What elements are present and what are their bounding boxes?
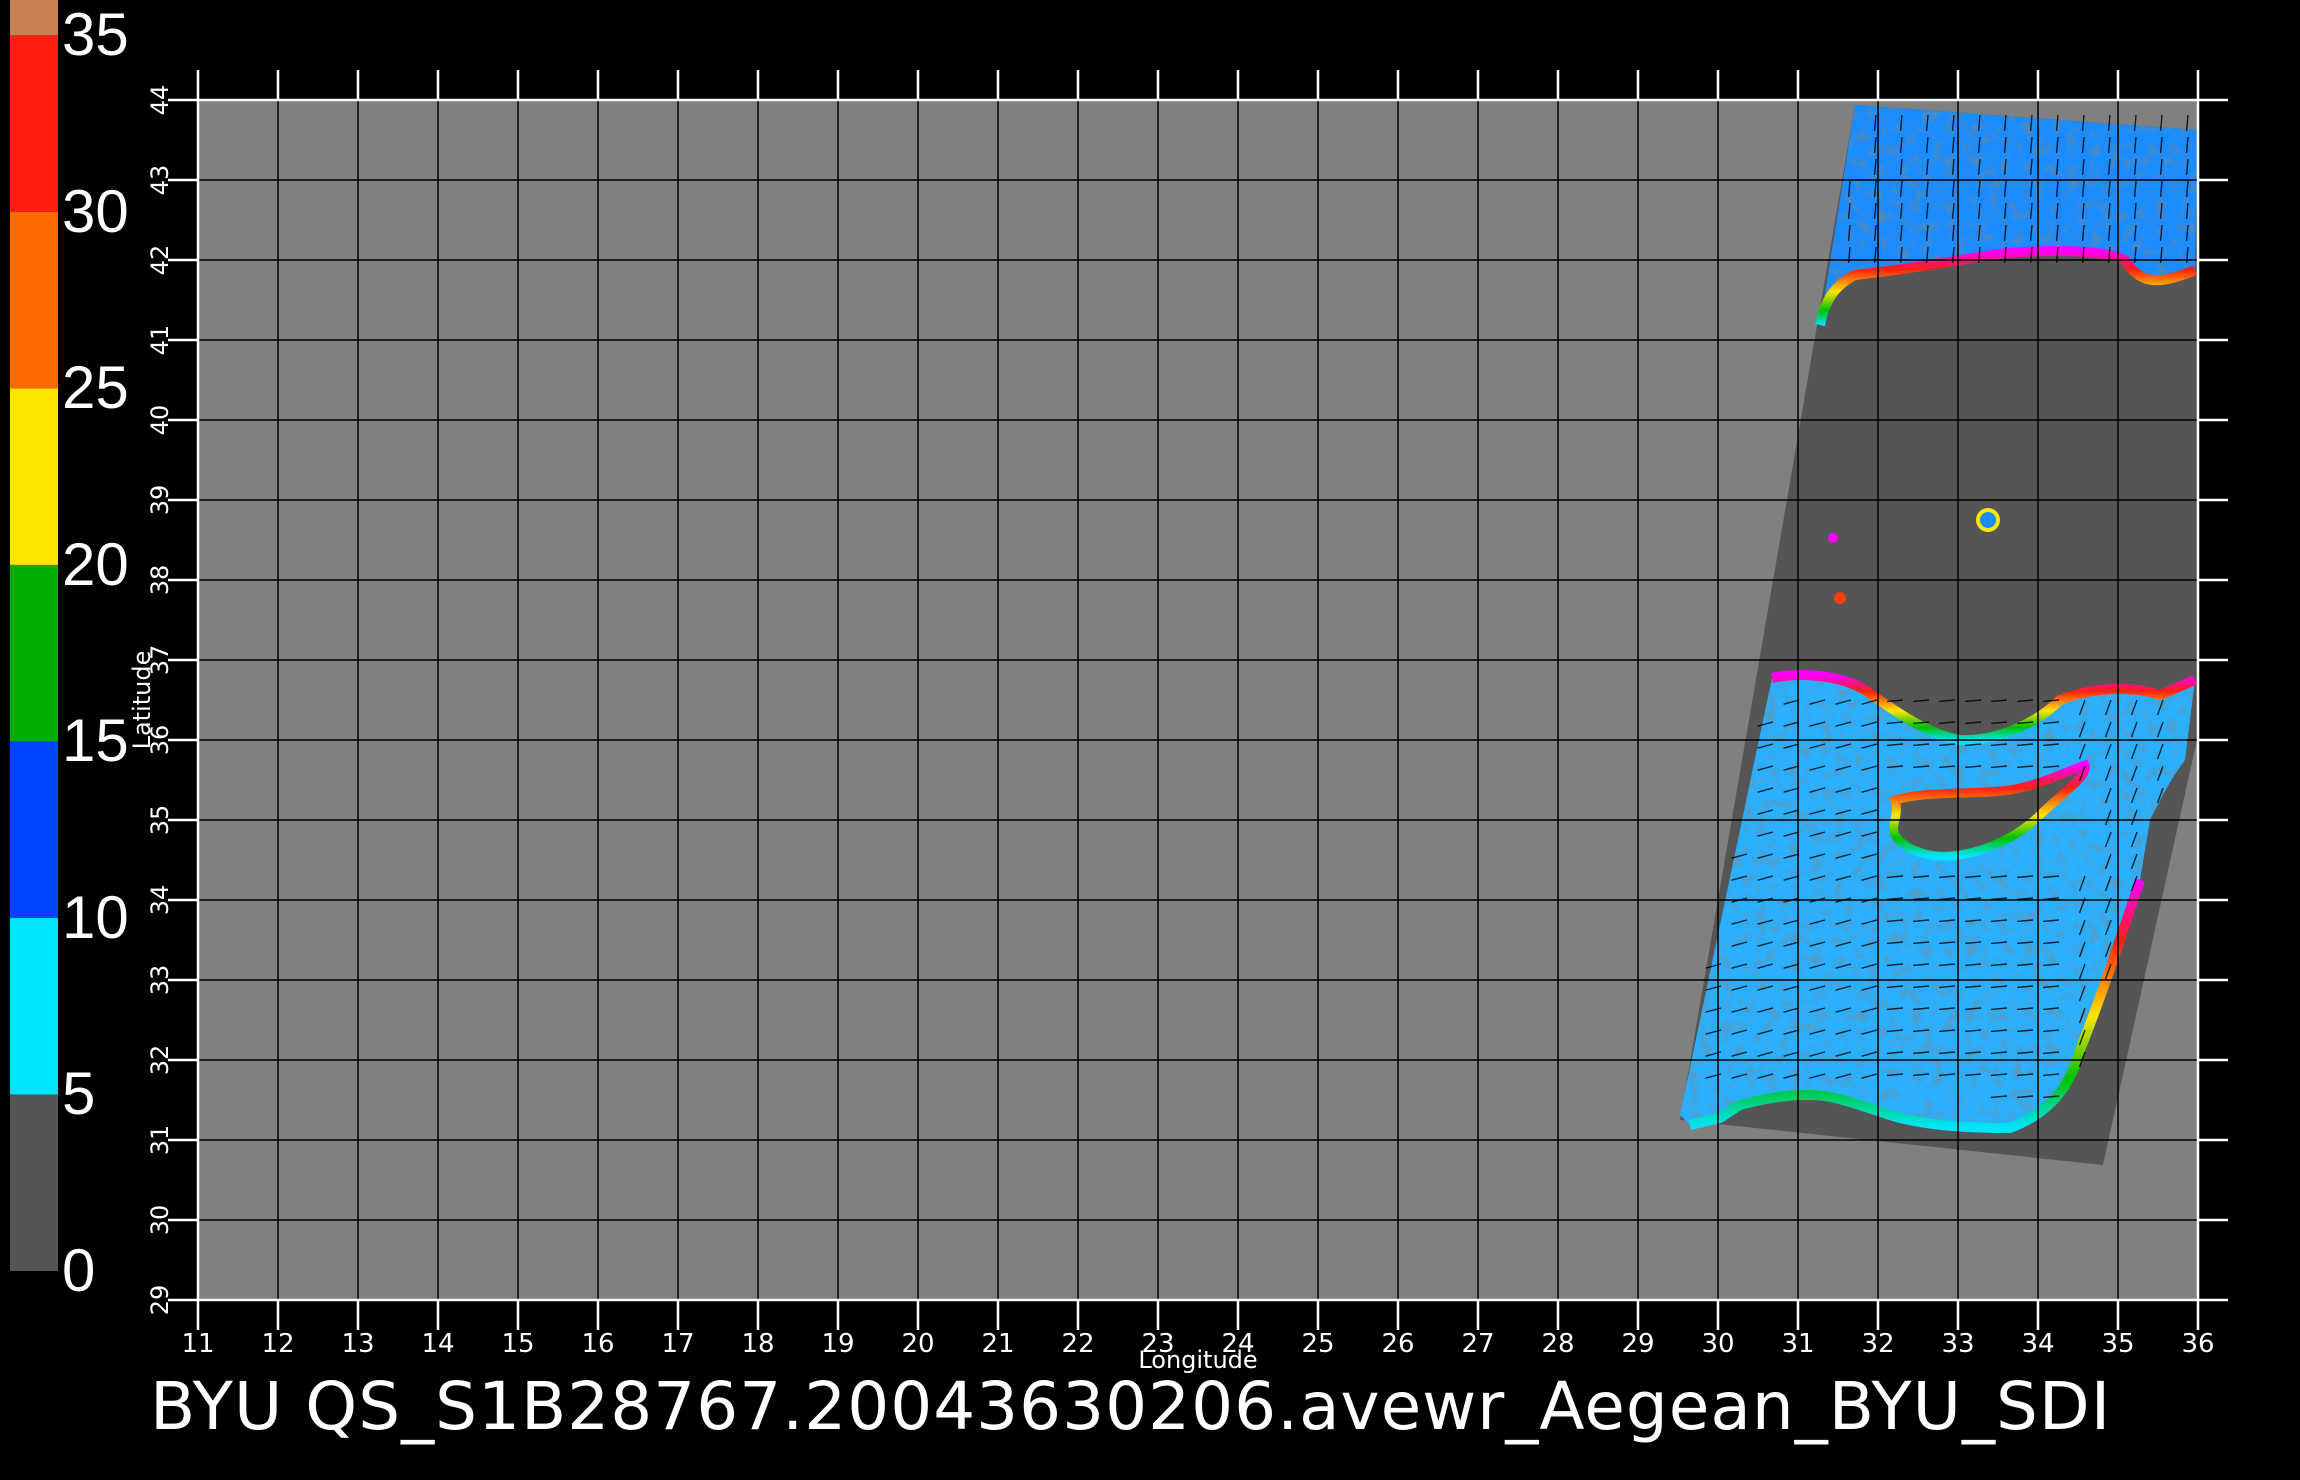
- y-axis-label: Latitude: [128, 651, 156, 750]
- lake-tuz: [1976, 508, 2000, 532]
- lon-tick-label: 20: [901, 1329, 934, 1359]
- lat-tick-label: 35: [146, 805, 174, 836]
- lat-tick-label: 42: [146, 245, 174, 276]
- lon-tick-label: 18: [741, 1329, 774, 1359]
- lon-tick-label: 12: [261, 1329, 294, 1359]
- lon-tick-label: 30: [1701, 1329, 1734, 1359]
- lon-tick-label: 36: [2181, 1329, 2214, 1359]
- lon-tick-label: 33: [1941, 1329, 1974, 1359]
- lat-tick-label: 39: [146, 485, 174, 516]
- small-lake-1: [1828, 533, 1838, 543]
- lon-tick-label: 22: [1061, 1329, 1094, 1359]
- lon-tick-label: 26: [1381, 1329, 1414, 1359]
- lon-tick-label: 27: [1461, 1329, 1494, 1359]
- lon-tick-label: 34: [2021, 1329, 2054, 1359]
- lon-tick-label: 14: [421, 1329, 454, 1359]
- lon-tick-label: 13: [341, 1329, 374, 1359]
- lat-tick-label: 31: [146, 1125, 174, 1156]
- lat-tick-label: 32: [146, 1045, 174, 1076]
- lat-tick-label: 40: [146, 405, 174, 436]
- lon-tick-label: 11: [181, 1329, 214, 1359]
- small-lake-2: [1834, 592, 1846, 604]
- lon-tick-label: 32: [1861, 1329, 1894, 1359]
- lon-tick-label: 19: [821, 1329, 854, 1359]
- lat-tick-label: 44: [146, 85, 174, 116]
- lat-tick-label: 41: [146, 325, 174, 356]
- lon-tick-label: 21: [981, 1329, 1014, 1359]
- lat-tick-label: 33: [146, 965, 174, 996]
- lon-tick-label: 29: [1621, 1329, 1654, 1359]
- lat-tick-label: 34: [146, 885, 174, 916]
- image-title: BYU QS_S1B28767.20043630206.avewr_Aegean…: [150, 1368, 2112, 1445]
- lon-tick-label: 28: [1541, 1329, 1574, 1359]
- lon-tick-label: 25: [1301, 1329, 1334, 1359]
- lat-tick-label: 29: [146, 1285, 174, 1316]
- lat-tick-label: 38: [146, 565, 174, 596]
- lon-tick-label: 15: [501, 1329, 534, 1359]
- lat-tick-label: 43: [146, 165, 174, 196]
- lon-tick-label: 31: [1781, 1329, 1814, 1359]
- lat-tick-label: 30: [146, 1205, 174, 1236]
- lon-tick-label: 35: [2101, 1329, 2134, 1359]
- lon-tick-label: 16: [581, 1329, 614, 1359]
- wind-map-plot: 11 12 13 14 15 16 17 18 19 20 21 22 23 24 25 26 27 28 29 30…: [128, 70, 2228, 1374]
- lon-tick-label: 17: [661, 1329, 694, 1359]
